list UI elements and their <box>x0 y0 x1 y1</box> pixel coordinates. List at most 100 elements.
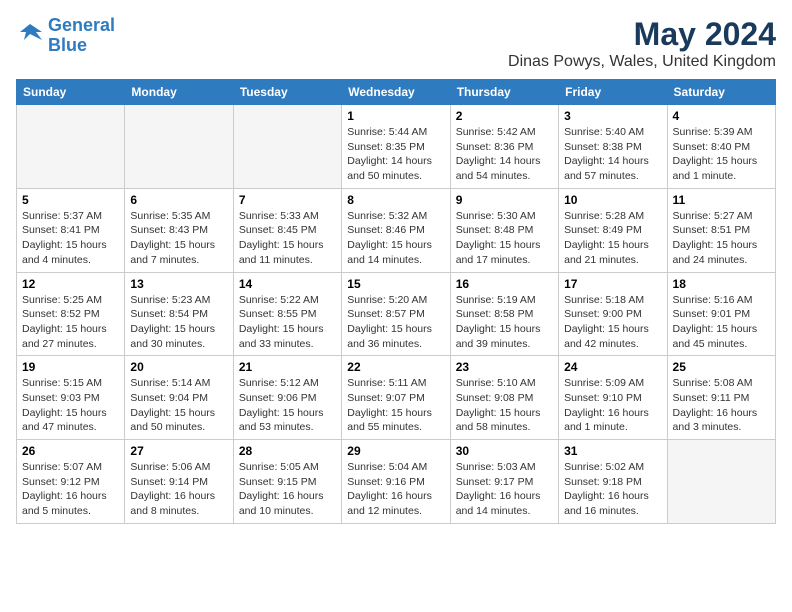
calendar-cell <box>667 440 775 524</box>
day-number: 4 <box>673 109 770 123</box>
day-info: Sunrise: 5:30 AM Sunset: 8:48 PM Dayligh… <box>456 209 553 268</box>
day-info: Sunrise: 5:03 AM Sunset: 9:17 PM Dayligh… <box>456 460 553 519</box>
day-info: Sunrise: 5:42 AM Sunset: 8:36 PM Dayligh… <box>456 125 553 184</box>
day-info: Sunrise: 5:28 AM Sunset: 8:49 PM Dayligh… <box>564 209 661 268</box>
calendar-cell: 3 Sunrise: 5:40 AM Sunset: 8:38 PM Daylig… <box>559 105 667 189</box>
day-info: Sunrise: 5:33 AM Sunset: 8:45 PM Dayligh… <box>239 209 336 268</box>
calendar-cell: 14 Sunrise: 5:22 AM Sunset: 8:55 PM Dayli… <box>233 272 341 356</box>
title-block: May 2024 Dinas Powys, Wales, United King… <box>508 16 776 71</box>
day-number: 16 <box>456 277 553 291</box>
day-info: Sunrise: 5:08 AM Sunset: 9:11 PM Dayligh… <box>673 376 770 435</box>
day-number: 7 <box>239 193 336 207</box>
calendar-cell: 26 Sunrise: 5:07 AM Sunset: 9:12 PM Dayli… <box>17 440 125 524</box>
calendar-week-4: 19 Sunrise: 5:15 AM Sunset: 9:03 PM Dayli… <box>17 356 776 440</box>
calendar-week-3: 12Sunrise: 5:25 AM Sunset: 8:52 PM Dayli… <box>17 272 776 356</box>
day-info: Sunrise: 5:44 AM Sunset: 8:35 PM Dayligh… <box>347 125 444 184</box>
day-info: Sunrise: 5:40 AM Sunset: 8:38 PM Dayligh… <box>564 125 661 184</box>
day-number: 27 <box>130 444 227 458</box>
day-info: Sunrise: 5:20 AM Sunset: 8:57 PM Dayligh… <box>347 293 444 352</box>
calendar-cell: 20 Sunrise: 5:14 AM Sunset: 9:04 PM Dayli… <box>125 356 233 440</box>
calendar-cell: 13 Sunrise: 5:23 AM Sunset: 8:54 PM Dayli… <box>125 272 233 356</box>
day-number: 26 <box>22 444 119 458</box>
calendar-cell: 10 Sunrise: 5:28 AM Sunset: 8:49 PM Dayli… <box>559 188 667 272</box>
day-number: 29 <box>347 444 444 458</box>
day-number: 14 <box>239 277 336 291</box>
day-info: Sunrise: 5:05 AM Sunset: 9:15 PM Dayligh… <box>239 460 336 519</box>
day-number: 13 <box>130 277 227 291</box>
day-number: 8 <box>347 193 444 207</box>
day-info: Sunrise: 5:16 AM Sunset: 9:01 PM Dayligh… <box>673 293 770 352</box>
day-number: 23 <box>456 360 553 374</box>
day-info: Sunrise: 5:12 AM Sunset: 9:06 PM Dayligh… <box>239 376 336 435</box>
calendar-week-1: 1 Sunrise: 5:44 AM Sunset: 8:35 PM Daylig… <box>17 105 776 189</box>
day-number: 31 <box>564 444 661 458</box>
calendar-cell: 5 Sunrise: 5:37 AM Sunset: 8:41 PM Daylig… <box>17 188 125 272</box>
weekday-header-tuesday: Tuesday <box>233 80 341 105</box>
calendar-cell <box>233 105 341 189</box>
calendar-cell: 4 Sunrise: 5:39 AM Sunset: 8:40 PM Daylig… <box>667 105 775 189</box>
day-number: 28 <box>239 444 336 458</box>
calendar-cell: 7 Sunrise: 5:33 AM Sunset: 8:45 PM Daylig… <box>233 188 341 272</box>
calendar-cell: 1 Sunrise: 5:44 AM Sunset: 8:35 PM Daylig… <box>342 105 450 189</box>
calendar-cell: 15Sunrise: 5:20 AM Sunset: 8:57 PM Dayli… <box>342 272 450 356</box>
calendar-cell: 2 Sunrise: 5:42 AM Sunset: 8:36 PM Daylig… <box>450 105 558 189</box>
main-title: May 2024 <box>508 16 776 53</box>
page-header: General Blue May 2024 Dinas Powys, Wales… <box>16 16 776 71</box>
day-info: Sunrise: 5:06 AM Sunset: 9:14 PM Dayligh… <box>130 460 227 519</box>
calendar-cell: 22Sunrise: 5:11 AM Sunset: 9:07 PM Dayli… <box>342 356 450 440</box>
calendar-cell: 16Sunrise: 5:19 AM Sunset: 8:58 PM Dayli… <box>450 272 558 356</box>
day-number: 22 <box>347 360 444 374</box>
day-info: Sunrise: 5:14 AM Sunset: 9:04 PM Dayligh… <box>130 376 227 435</box>
calendar-cell: 6 Sunrise: 5:35 AM Sunset: 8:43 PM Daylig… <box>125 188 233 272</box>
day-number: 25 <box>673 360 770 374</box>
day-number: 10 <box>564 193 661 207</box>
weekday-header-row: SundayMondayTuesdayWednesdayThursdayFrid… <box>17 80 776 105</box>
weekday-header-wednesday: Wednesday <box>342 80 450 105</box>
calendar-cell: 25 Sunrise: 5:08 AM Sunset: 9:11 PM Dayli… <box>667 356 775 440</box>
day-info: Sunrise: 5:10 AM Sunset: 9:08 PM Dayligh… <box>456 376 553 435</box>
day-number: 2 <box>456 109 553 123</box>
day-number: 17 <box>564 277 661 291</box>
day-info: Sunrise: 5:02 AM Sunset: 9:18 PM Dayligh… <box>564 460 661 519</box>
day-info: Sunrise: 5:39 AM Sunset: 8:40 PM Dayligh… <box>673 125 770 184</box>
calendar-cell: 30 Sunrise: 5:03 AM Sunset: 9:17 PM Dayli… <box>450 440 558 524</box>
logo-text: General Blue <box>48 16 115 56</box>
calendar-cell: 17 Sunrise: 5:18 AM Sunset: 9:00 PM Dayli… <box>559 272 667 356</box>
day-number: 9 <box>456 193 553 207</box>
day-number: 5 <box>22 193 119 207</box>
day-number: 1 <box>347 109 444 123</box>
calendar-cell: 11Sunrise: 5:27 AM Sunset: 8:51 PM Dayli… <box>667 188 775 272</box>
day-info: Sunrise: 5:15 AM Sunset: 9:03 PM Dayligh… <box>22 376 119 435</box>
calendar-cell: 24 Sunrise: 5:09 AM Sunset: 9:10 PM Dayli… <box>559 356 667 440</box>
calendar-cell: 31 Sunrise: 5:02 AM Sunset: 9:18 PM Dayli… <box>559 440 667 524</box>
day-info: Sunrise: 5:09 AM Sunset: 9:10 PM Dayligh… <box>564 376 661 435</box>
calendar-cell: 12Sunrise: 5:25 AM Sunset: 8:52 PM Dayli… <box>17 272 125 356</box>
calendar-cell: 29 Sunrise: 5:04 AM Sunset: 9:16 PM Dayli… <box>342 440 450 524</box>
day-info: Sunrise: 5:04 AM Sunset: 9:16 PM Dayligh… <box>347 460 444 519</box>
day-number: 6 <box>130 193 227 207</box>
subtitle: Dinas Powys, Wales, United Kingdom <box>508 53 776 71</box>
calendar-cell <box>17 105 125 189</box>
calendar-cell: 21Sunrise: 5:12 AM Sunset: 9:06 PM Dayli… <box>233 356 341 440</box>
day-number: 19 <box>22 360 119 374</box>
calendar: SundayMondayTuesdayWednesdayThursdayFrid… <box>16 79 776 524</box>
day-info: Sunrise: 5:07 AM Sunset: 9:12 PM Dayligh… <box>22 460 119 519</box>
day-number: 20 <box>130 360 227 374</box>
calendar-cell <box>125 105 233 189</box>
day-info: Sunrise: 5:37 AM Sunset: 8:41 PM Dayligh… <box>22 209 119 268</box>
day-number: 30 <box>456 444 553 458</box>
weekday-header-monday: Monday <box>125 80 233 105</box>
day-info: Sunrise: 5:35 AM Sunset: 8:43 PM Dayligh… <box>130 209 227 268</box>
day-info: Sunrise: 5:23 AM Sunset: 8:54 PM Dayligh… <box>130 293 227 352</box>
day-info: Sunrise: 5:18 AM Sunset: 9:00 PM Dayligh… <box>564 293 661 352</box>
calendar-cell: 8Sunrise: 5:32 AM Sunset: 8:46 PM Daylig… <box>342 188 450 272</box>
calendar-cell: 28 Sunrise: 5:05 AM Sunset: 9:15 PM Dayli… <box>233 440 341 524</box>
day-number: 24 <box>564 360 661 374</box>
day-number: 11 <box>673 193 770 207</box>
logo-icon <box>16 22 44 50</box>
day-number: 3 <box>564 109 661 123</box>
calendar-cell: 27 Sunrise: 5:06 AM Sunset: 9:14 PM Dayli… <box>125 440 233 524</box>
day-info: Sunrise: 5:22 AM Sunset: 8:55 PM Dayligh… <box>239 293 336 352</box>
calendar-cell: 9 Sunrise: 5:30 AM Sunset: 8:48 PM Daylig… <box>450 188 558 272</box>
weekday-header-sunday: Sunday <box>17 80 125 105</box>
